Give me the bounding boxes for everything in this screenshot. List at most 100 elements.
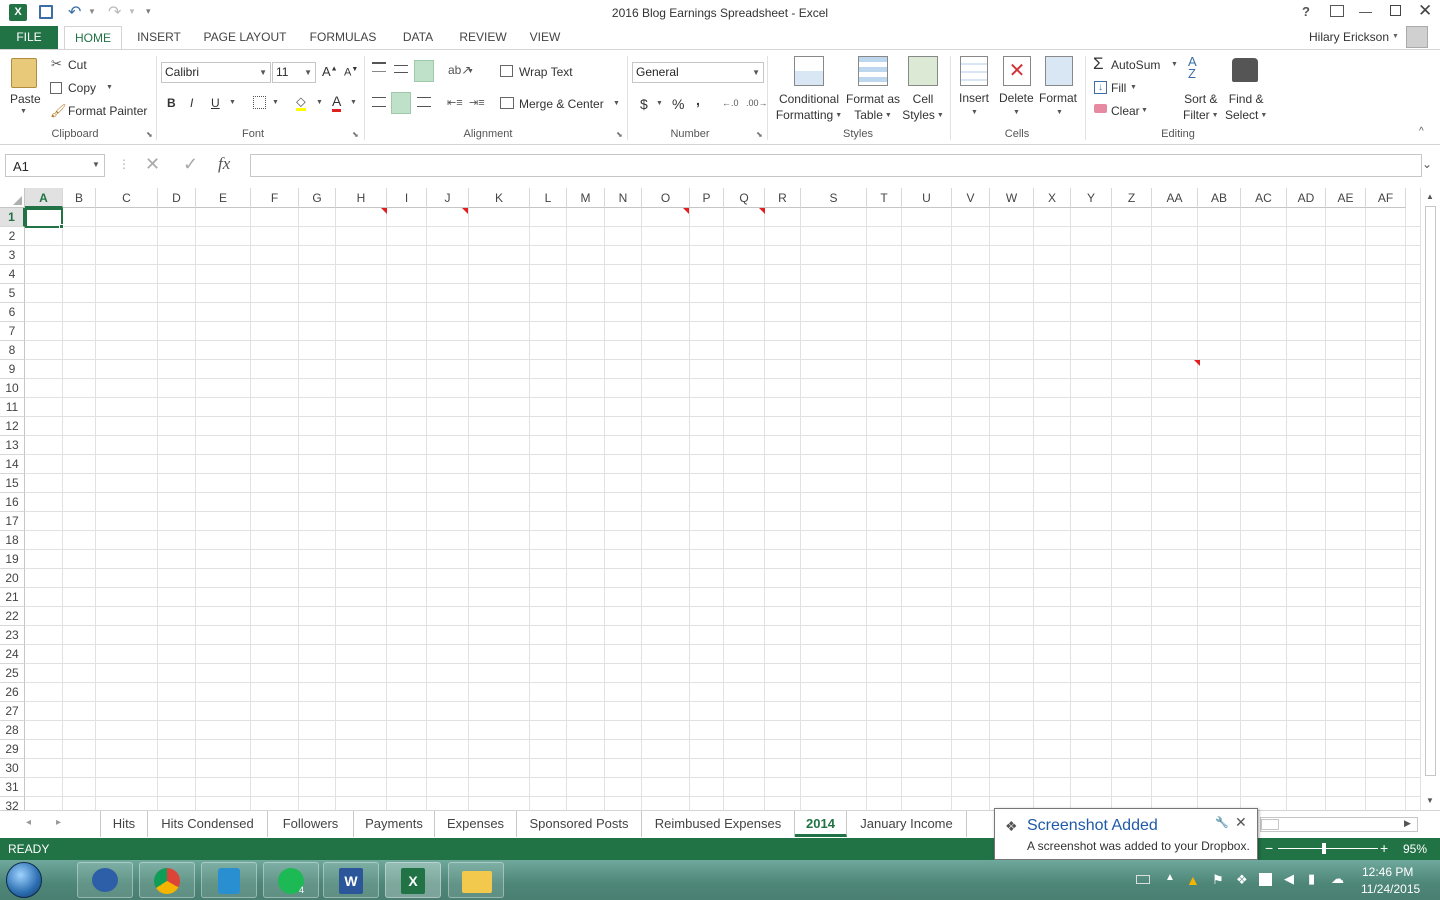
column-header-l[interactable]: L	[530, 188, 567, 208]
cut-button[interactable]: Cut	[68, 58, 87, 72]
italic-button[interactable]: I	[190, 96, 193, 110]
tab-formulas[interactable]: FORMULAS	[306, 26, 380, 49]
explorer-taskbar-icon[interactable]	[448, 862, 504, 898]
copy-icon[interactable]	[50, 82, 62, 94]
column-header-b[interactable]: B	[63, 188, 96, 208]
sheet-tab-payments[interactable]: Payments	[354, 811, 435, 837]
close-notification-icon[interactable]: ✕	[1235, 814, 1247, 831]
zoom-in-button[interactable]: +	[1380, 840, 1388, 856]
sheet-tab-january-income[interactable]: January Income	[847, 811, 967, 837]
network-icon[interactable]: ▮	[1308, 871, 1315, 887]
show-hidden-icons[interactable]: ▲	[1165, 872, 1175, 883]
row-header-17[interactable]: 17	[0, 512, 25, 531]
formula-input[interactable]	[250, 154, 1422, 177]
clock-date[interactable]: 11/24/2015	[1361, 882, 1420, 896]
chrome-taskbar-icon[interactable]	[139, 862, 195, 898]
chevron-down-icon[interactable]: ▼	[92, 160, 100, 169]
merge-dropdown-icon[interactable]: ▼	[613, 100, 620, 107]
zoom-slider-thumb[interactable]	[1322, 843, 1326, 854]
customize-toolbar-icon[interactable]: ▾	[146, 6, 151, 17]
name-box[interactable]: A1 ▼	[5, 154, 105, 177]
dropbox-notification[interactable]: ❖ Screenshot Added A screenshot was adde…	[994, 808, 1258, 860]
row-header-31[interactable]: 31	[0, 778, 25, 797]
sheet-tab-2014[interactable]: 2014	[795, 811, 847, 837]
user-dropdown-icon[interactable]: ▼	[1392, 33, 1399, 40]
align-left-icon[interactable]	[372, 97, 386, 107]
autosum-dropdown-icon[interactable]: ▼	[1171, 61, 1178, 68]
align-top-icon[interactable]	[372, 62, 386, 72]
redo-dropdown-icon[interactable]: ▼	[128, 7, 136, 16]
excel-taskbar-icon[interactable]: X	[385, 862, 441, 898]
sheet-tab-sponsored-posts[interactable]: Sponsored Posts	[517, 811, 642, 837]
row-header-2[interactable]: 2	[0, 227, 25, 246]
row-header-19[interactable]: 19	[0, 550, 25, 569]
column-header-a[interactable]: A	[25, 188, 63, 208]
undo-dropdown-icon[interactable]: ▼	[88, 7, 96, 16]
bold-button[interactable]: B	[167, 96, 176, 110]
merge-center-icon[interactable]	[500, 97, 514, 109]
tab-review[interactable]: REVIEW	[454, 26, 512, 49]
column-header-x[interactable]: X	[1034, 188, 1071, 208]
redo-icon[interactable]: ↷	[108, 2, 121, 22]
column-header-e[interactable]: E	[196, 188, 251, 208]
cancel-icon[interactable]: ✕	[145, 154, 160, 175]
column-header-j[interactable]: J	[427, 188, 469, 208]
row-header-1[interactable]: 1	[0, 208, 25, 227]
app-taskbar-icon[interactable]	[201, 862, 257, 898]
undo-icon[interactable]: ↶	[68, 2, 81, 22]
row-header-10[interactable]: 10	[0, 379, 25, 398]
row-header-18[interactable]: 18	[0, 531, 25, 550]
action-center-icon[interactable]: ⚑	[1212, 872, 1224, 888]
wrap-text-icon[interactable]	[500, 65, 513, 77]
tab-view[interactable]: VIEW	[524, 26, 566, 49]
user-name[interactable]: Hilary Erickson	[1309, 30, 1389, 44]
format-as-table-button[interactable]: Format as Table ▼	[844, 91, 902, 124]
delete-cells-button[interactable]: Delete	[999, 91, 1034, 105]
comment-indicator[interactable]	[381, 208, 387, 214]
align-center-icon[interactable]	[391, 92, 411, 114]
keyboard-icon[interactable]	[1136, 875, 1150, 884]
copy-dropdown-icon[interactable]: ▼	[106, 84, 113, 91]
row-header-8[interactable]: 8	[0, 341, 25, 360]
row-header-20[interactable]: 20	[0, 569, 25, 588]
decrease-decimal-icon[interactable]: .00→	[746, 98, 768, 108]
align-right-icon[interactable]	[417, 97, 431, 107]
borders-icon[interactable]	[253, 96, 266, 109]
column-header-f[interactable]: F	[251, 188, 299, 208]
row-header-16[interactable]: 16	[0, 493, 25, 512]
borders-dropdown-icon[interactable]: ▼	[272, 99, 279, 106]
google-drive-icon[interactable]: ▲	[1186, 872, 1200, 888]
excel-logo-icon[interactable]: X	[9, 4, 27, 21]
row-header-29[interactable]: 29	[0, 740, 25, 759]
format-painter-button[interactable]: Format Painter	[68, 104, 147, 118]
comma-button[interactable]: ,	[696, 92, 700, 108]
currency-button[interactable]: $	[640, 96, 648, 112]
insert-dropdown-icon[interactable]: ▼	[971, 109, 978, 116]
row-header-14[interactable]: 14	[0, 455, 25, 474]
orientation-dropdown-icon[interactable]: ▼	[467, 68, 474, 75]
prev-sheet-icon[interactable]: ◂	[26, 817, 31, 828]
enter-icon[interactable]: ✓	[183, 154, 198, 175]
ribbon-display-icon[interactable]	[1330, 5, 1344, 17]
column-header-ac[interactable]: AC	[1241, 188, 1287, 208]
worksheet-grid[interactable]: A B C D E F G H I J K L M N O P Q R S T U V W X Y Z AA AB AC AD AE AF 1…	[0, 188, 1420, 810]
comment-indicator[interactable]	[462, 208, 468, 214]
insert-function-button[interactable]: fx	[218, 154, 230, 174]
alignment-launcher-icon[interactable]: ⬊	[616, 130, 623, 139]
cell-styles-button[interactable]: Cell Styles ▼	[900, 91, 946, 124]
paste-icon[interactable]	[11, 58, 37, 88]
row-header-25[interactable]: 25	[0, 664, 25, 683]
scroll-down-icon[interactable]: ▼	[1426, 796, 1434, 805]
sheet-tab-followers[interactable]: Followers	[268, 811, 354, 837]
row-header-3[interactable]: 3	[0, 246, 25, 265]
tab-data[interactable]: DATA	[394, 26, 442, 49]
column-header-ae[interactable]: AE	[1326, 188, 1366, 208]
fill-handle[interactable]	[59, 224, 64, 229]
avatar[interactable]	[1406, 26, 1428, 48]
paste-dropdown-icon[interactable]: ▼	[20, 108, 27, 115]
clipboard-launcher-icon[interactable]: ⬊	[146, 130, 153, 139]
column-header-u[interactable]: U	[902, 188, 952, 208]
column-header-k[interactable]: K	[469, 188, 530, 208]
row-header-27[interactable]: 27	[0, 702, 25, 721]
font-size-select[interactable]: 11 ▼	[272, 62, 316, 83]
